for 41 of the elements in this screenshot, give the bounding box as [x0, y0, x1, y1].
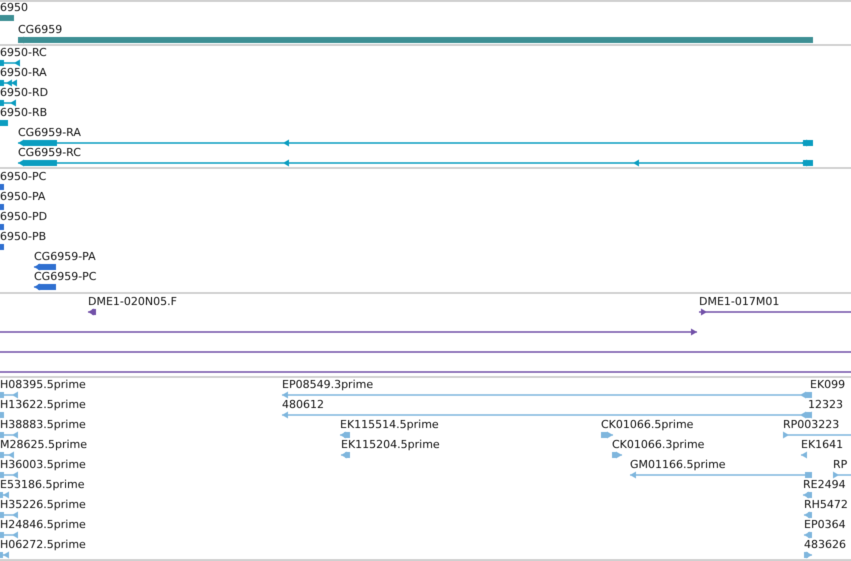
feature-label: M28625.5prime: [0, 438, 88, 452]
feature-label: CK01066.3prime: [612, 438, 704, 452]
feature-label: RP: [833, 458, 848, 472]
feature-label: 6950-PC: [0, 170, 46, 184]
feature-label: 480612: [282, 398, 324, 412]
feature-label: H08395.5prime: [0, 378, 86, 392]
feature-label: 6950-RA: [0, 66, 47, 80]
feature-label: H38883.5prime: [0, 418, 86, 432]
feature-label: EK115204.5prime: [341, 438, 440, 452]
feature-label: 6950-RC: [0, 46, 47, 60]
feature-label: EK115514.5prime: [340, 418, 439, 432]
feature-label: 483626: [804, 538, 846, 552]
feature-label: CG6959-RA: [18, 126, 81, 140]
feature-label: H36003.5prime: [0, 458, 86, 472]
feature-label: H06272.5prime: [0, 538, 86, 552]
feature-label: H24846.5prime: [0, 518, 86, 532]
feature-label: DME1-017M01: [699, 295, 780, 308]
feature-label: 6950: [0, 1, 28, 14]
feature-label: EP08549.3prime: [282, 378, 374, 392]
feature-label: 6950-PB: [0, 230, 46, 244]
feature-label: 6950-PD: [0, 210, 48, 224]
feature-label: H35226.5prime: [0, 498, 86, 512]
feature-label: CK01066.5prime: [601, 418, 694, 432]
feature-label: E53186.5prime: [0, 478, 84, 492]
feature-label: H13622.5prime: [0, 398, 86, 412]
feature-label: EP0364: [804, 518, 846, 532]
feature-label: CG6959-PC: [34, 270, 96, 284]
feature-label: RE2494: [803, 478, 846, 492]
feature-label: CG6959-RC: [18, 146, 81, 160]
feature-label: RH5472: [804, 498, 848, 512]
feature-label: 6950-RB: [0, 106, 48, 120]
feature-label: EK1641: [801, 438, 844, 452]
feature-label: 6950-RD: [0, 86, 48, 100]
feature-label: CG6959-PA: [34, 250, 96, 264]
feature-label: EK099: [810, 378, 846, 392]
feature-label: 12323: [808, 398, 843, 412]
feature-label: CG6959: [18, 23, 62, 36]
feature-label: RP003223: [783, 418, 840, 432]
feature-label: DME1-020N05.F: [88, 295, 177, 308]
feature-label: 6950-PA: [0, 190, 46, 204]
feature-label: GM01166.5prime: [630, 458, 726, 472]
